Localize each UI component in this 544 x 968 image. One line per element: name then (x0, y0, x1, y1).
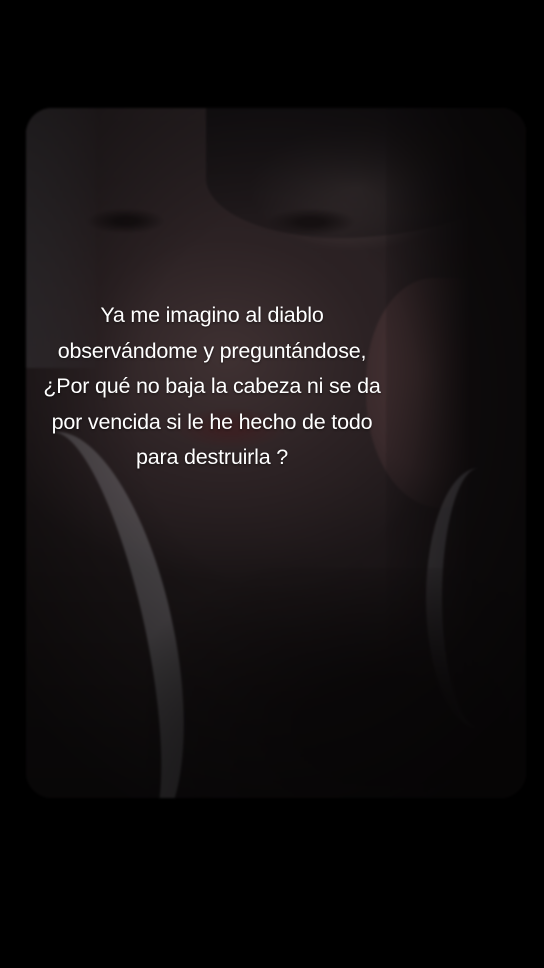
left-eye (86, 208, 166, 234)
dark-clothing (146, 568, 526, 798)
caption-line: ¿Por qué no baja la cabeza ni se da (43, 374, 381, 398)
caption-line: observándome y preguntándose, (57, 338, 367, 363)
caption-line: Ya me imagino al diablo (100, 303, 324, 327)
caption-text: Ya me imagino al diablo observándome y p… (10, 298, 414, 476)
video-frame: Ya me imagino al diablo observándome y p… (0, 0, 544, 968)
hair (206, 108, 526, 238)
caption-line: para destruirla ? (136, 445, 288, 469)
right-eye (266, 208, 356, 236)
tank-top-strap-right (426, 468, 526, 728)
caption-line: por vencida si le he hecho de todo (51, 409, 373, 434)
